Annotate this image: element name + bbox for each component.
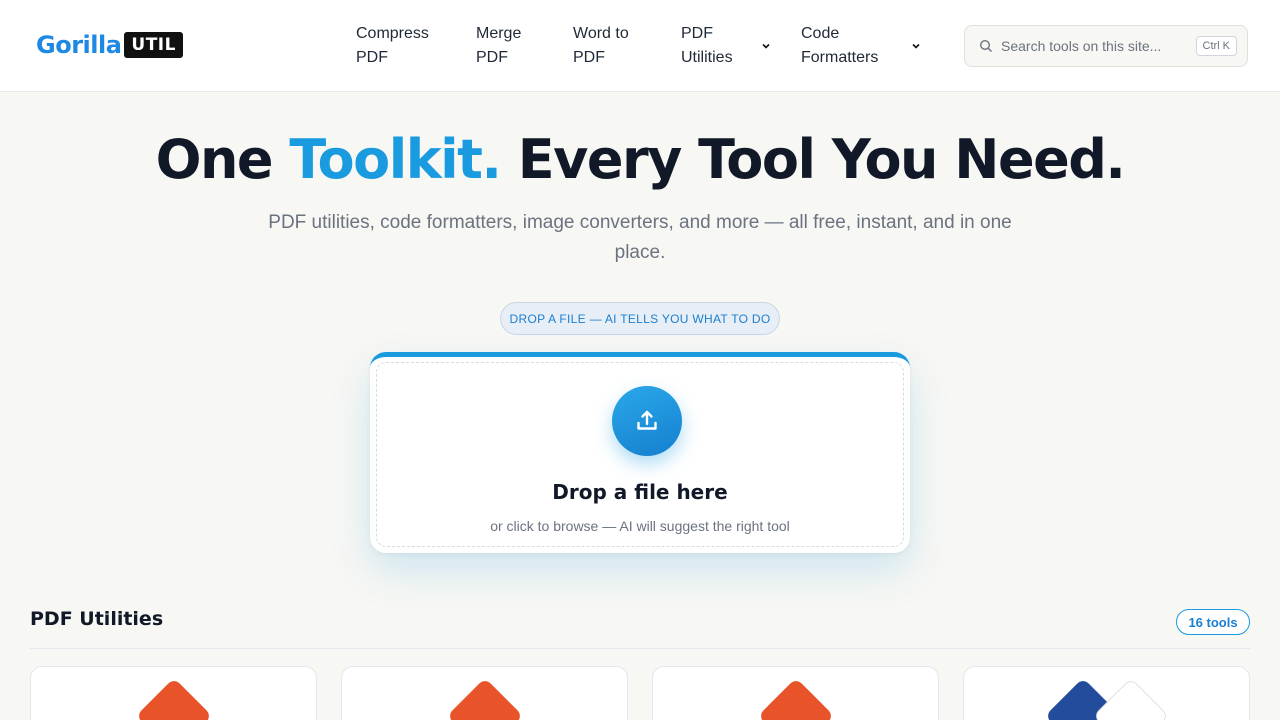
search-input[interactable]	[1001, 38, 1196, 54]
chevron-down-icon	[762, 43, 770, 49]
section-title-pdf-utilities: PDF Utilities	[30, 608, 164, 630]
tool-card[interactable]	[30, 666, 317, 720]
hero-title-part2: Every Tool You Need.	[500, 128, 1126, 191]
section-divider	[30, 648, 1250, 649]
search-shortcut-hint: Ctrl K	[1195, 36, 1237, 56]
nav-compress-pdf[interactable]: Compress PDF	[356, 22, 436, 70]
search-box[interactable]: Ctrl K	[964, 25, 1248, 67]
search-icon	[979, 39, 992, 52]
file-drop-zone[interactable]: Drop a file here or click to browse — AI…	[370, 352, 910, 553]
site-header: Gorilla UTIL Compress PDF Merge PDF Word…	[0, 0, 1280, 92]
logo-util-badge: UTIL	[124, 32, 183, 58]
tool-card[interactable]	[652, 666, 939, 720]
drop-zone-dashed-area: Drop a file here or click to browse — AI…	[376, 362, 904, 547]
chevron-down-icon	[912, 43, 920, 49]
hero-title-part1: One	[155, 128, 290, 191]
logo-wordmark: Gorilla	[36, 31, 122, 59]
upload-icon	[637, 410, 657, 430]
pdf-tool-icon	[446, 677, 524, 720]
drop-zone-subtitle: or click to browse — AI will suggest the…	[490, 518, 790, 534]
hero-subtitle: PDF utilities, code formatters, image co…	[268, 212, 1012, 263]
hero-title: One Toolkit. Every Tool You Need.	[0, 126, 1280, 194]
hero-title-accent: Toolkit.	[289, 128, 502, 191]
nav-pdf-utilities-dropdown[interactable]: PDF Utilities	[681, 22, 776, 70]
tool-card[interactable]	[963, 666, 1250, 720]
nav-code-formatters-dropdown[interactable]: Code Formatters	[801, 22, 926, 70]
nav-word-to-pdf[interactable]: Word to PDF	[573, 22, 653, 70]
pdf-tool-icon	[135, 677, 213, 720]
logo-gorilla-text: Gorilla	[36, 31, 122, 59]
nav-merge-pdf[interactable]: Merge PDF	[476, 22, 556, 70]
drop-zone-title: Drop a file here	[552, 480, 728, 504]
site-logo[interactable]: Gorilla UTIL	[36, 30, 183, 60]
upload-button[interactable]	[612, 386, 682, 456]
pdf-download-icon	[757, 677, 835, 720]
ai-hint-pill: DROP A FILE — AI TELLS YOU WHAT TO DO	[500, 302, 780, 335]
tool-card[interactable]	[341, 666, 628, 720]
tool-count-badge: 16 tools	[1176, 609, 1250, 635]
